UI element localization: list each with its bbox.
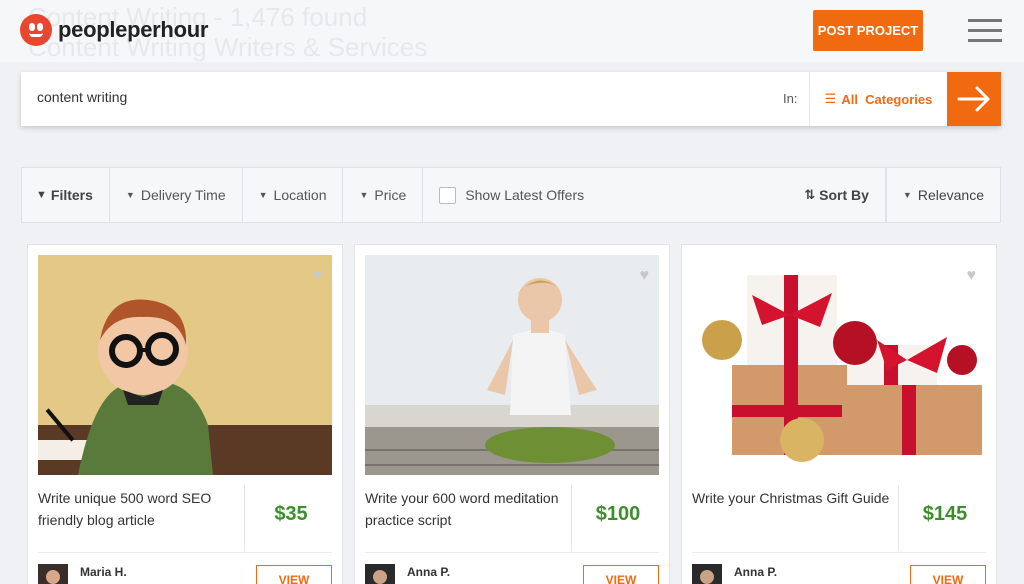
seller-avatar[interactable] [365,564,395,584]
funnel-icon: ▼ [36,189,47,201]
menu-icon[interactable] [968,19,1002,43]
latest-offers-checkbox[interactable] [439,186,457,204]
sort-by-label: Sort By [819,187,869,203]
latest-offers-toggle[interactable]: Show Latest Offers [423,168,600,222]
seller-name[interactable]: Maria H. [80,565,127,579]
offer-title[interactable]: Write your Christmas Gift Guide [692,487,892,509]
seller-name[interactable]: Anna P. [407,565,450,579]
search-button[interactable] [947,72,1001,126]
sort-by-button[interactable]: ⇅ Sort By [788,168,886,222]
filters-label: Filters [50,187,93,203]
post-project-button[interactable]: POST PROJECT [813,10,923,51]
caret-down-icon: ▼ [359,190,369,200]
offer-card[interactable]: ♥ Write your 600 word meditation practic… [354,244,670,584]
divider [571,485,572,551]
logo-text: peopleperhour [58,17,209,42]
view-button[interactable]: VIEW [910,565,986,584]
logo[interactable]: peopleperhour [20,14,208,46]
offer-title[interactable]: Write your 600 word meditation practice … [365,487,565,531]
caret-down-icon: ▼ [125,190,135,200]
divider [244,485,245,551]
arrow-right-icon [957,86,990,112]
offer-card[interactable]: ♥ Write your Christmas Gift Guide $145 A… [681,244,997,584]
search-input[interactable]: content writing [37,89,127,105]
divider [365,552,659,553]
header: Content Writing - 1,476 found Content Wr… [0,0,1024,62]
category-dropdown[interactable]: ☰ All Categories [809,72,947,126]
logo-icon [20,14,52,46]
seller-avatar[interactable] [692,564,722,584]
relevance-dropdown[interactable]: ▼ Relevance [885,168,1000,222]
offer-title[interactable]: Write unique 500 word SEO friendly blog … [38,487,238,531]
relevance-label: Relevance [917,187,984,203]
view-button[interactable]: VIEW [583,565,659,584]
category-label: All Categories [841,91,933,107]
filters-toggle[interactable]: ▼ Filters [22,168,110,222]
offer-card[interactable]: ♥ Write unique 500 word SEO friendly blo… [27,244,343,584]
location-filter[interactable]: ▼ Location [243,168,344,222]
sort-icon: ⇅ [804,187,816,202]
delivery-time-filter[interactable]: ▼ Delivery Time [110,168,243,222]
delivery-time-label: Delivery Time [140,187,226,203]
offer-price: $100 [595,503,641,525]
filter-bar: ▼ Filters ▼ Delivery Time ▼ Location ▼ P… [21,167,1001,223]
view-button[interactable]: VIEW [256,565,332,584]
caret-down-icon: ▼ [258,190,268,200]
seller-avatar[interactable] [38,564,68,584]
divider [898,485,899,551]
favorite-heart-icon[interactable]: ♥ [640,267,650,285]
offer-image[interactable]: ♥ [38,255,332,475]
offer-price: $35 [274,503,308,525]
favorite-heart-icon[interactable]: ♥ [967,267,977,285]
offer-image[interactable]: ♥ [365,255,659,475]
offer-price: $145 [922,503,968,525]
list-icon: ☰ [824,91,837,106]
latest-offers-label: Show Latest Offers [465,187,585,203]
caret-down-icon: ▼ [902,190,912,200]
divider [692,552,986,553]
offer-image[interactable]: ♥ [692,255,986,475]
location-label: Location [273,187,327,203]
favorite-heart-icon[interactable]: ♥ [313,267,323,285]
divider [38,552,332,553]
seller-name[interactable]: Anna P. [734,565,777,579]
in-label: In: [783,91,798,106]
price-filter[interactable]: ▼ Price [343,168,424,222]
price-label: Price [374,187,407,203]
search-bar: content writing In: ☰ All Categories [21,72,1001,126]
